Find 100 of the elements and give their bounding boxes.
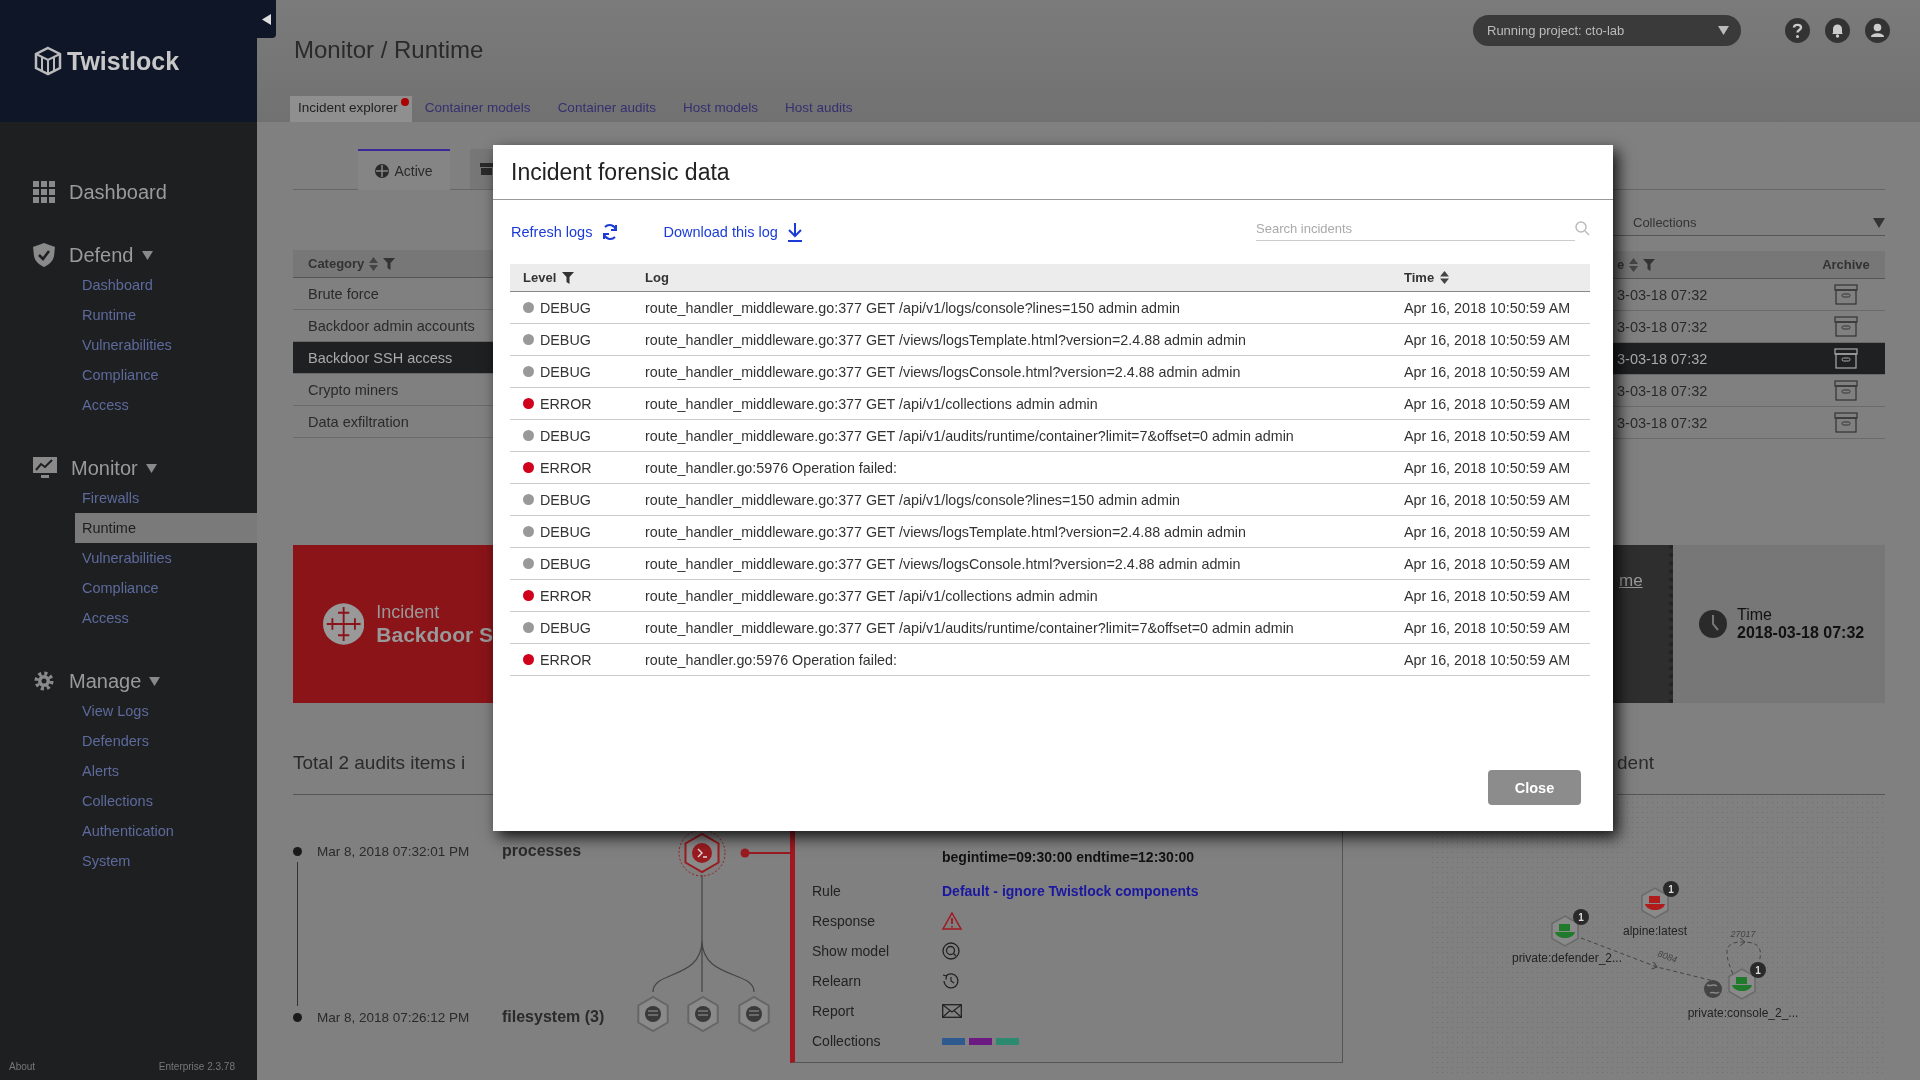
rule-link[interactable]: Default - ignore Twistlock components (942, 883, 1199, 899)
cube-logo-icon (33, 46, 63, 76)
node-label: private:console_2_... (1687, 1006, 1799, 1020)
tab[interactable]: Host audits (776, 96, 867, 122)
logo[interactable]: Twistlock (33, 46, 180, 76)
count-badge: 1 (1750, 962, 1766, 978)
table-row[interactable]: 3-03-18 07:32 (1613, 375, 1885, 407)
clock-icon (1699, 610, 1727, 638)
archive-icon[interactable] (1834, 316, 1858, 337)
nav-item[interactable]: Collections (0, 786, 257, 816)
table-cell: Apr 16, 2018 10:50:59 AM (1404, 331, 1571, 348)
table-row[interactable]: 3-03-18 07:32 (1613, 279, 1885, 311)
column-header[interactable]: Category (293, 250, 493, 278)
table-cell: Apr 16, 2018 10:50:59 AM (1404, 299, 1571, 316)
node-label: private:defender_2... (1511, 951, 1623, 965)
help-icon[interactable] (1785, 18, 1810, 43)
nav-section[interactable]: Manage (0, 666, 257, 696)
event-name[interactable]: filesystem (3) (502, 1008, 605, 1026)
bell-icon[interactable] (1825, 18, 1850, 43)
column-header[interactable]: Level (523, 270, 557, 285)
nav-item[interactable]: Access (0, 390, 257, 420)
crosshair-icon (375, 163, 390, 178)
nav-item[interactable]: View Logs (0, 696, 257, 726)
active-tab[interactable]: Active (358, 149, 450, 190)
about-link[interactable]: About (9, 1061, 36, 1072)
nav-section[interactable]: Defend (0, 240, 257, 270)
table-cell: DEBUG (540, 299, 591, 316)
filter-icon (562, 271, 575, 284)
incident-label: Incident (376, 601, 441, 623)
tab[interactable]: Container audits (549, 96, 670, 122)
nav-item[interactable]: Authentication (0, 816, 257, 846)
link[interactable]: me (1613, 571, 1643, 590)
archive-icon[interactable] (1834, 284, 1858, 305)
table-cell: route_handler_middleware.go:377 GET /views/logsConsole.html?version=2.4.88 admin admin (645, 363, 1241, 380)
table-cell: DEBUG (540, 523, 591, 540)
column-header: Archive (1821, 257, 1871, 272)
nav-item[interactable]: Vulnerabilities (0, 543, 257, 573)
tab[interactable]: Container models (416, 96, 545, 122)
table-row[interactable]: 3-03-18 07:32 (1613, 343, 1885, 375)
nav-item[interactable]: Vulnerabilities (0, 330, 257, 360)
table-cell: DEBUG (540, 491, 591, 508)
nav-item[interactable]: Access (0, 603, 257, 633)
tab[interactable]: Incident explorer (290, 96, 412, 122)
table-cell: DEBUG (540, 619, 591, 636)
monitor-chart-icon (33, 457, 57, 479)
archive-icon[interactable] (1834, 348, 1858, 369)
table-cell: route_handler_middleware.go:377 GET /api/v1/collections admin admin (645, 587, 1098, 604)
grid-icon (33, 181, 55, 203)
event-name[interactable]: processes (502, 842, 582, 860)
archive-icon (480, 163, 493, 175)
crosshair-icon (323, 602, 365, 646)
download-link[interactable]: Download this log (663, 222, 803, 242)
nav-item[interactable]: Firewalls (0, 483, 257, 513)
table-cell: ERROR (540, 587, 592, 604)
column-header[interactable]: Time (1404, 270, 1435, 285)
nav-item[interactable]: System (0, 846, 257, 876)
nav-item[interactable]: Compliance (0, 573, 257, 603)
timeline-dot (293, 1012, 302, 1022)
archive-icon[interactable] (1834, 380, 1858, 401)
column-header: Log (645, 270, 669, 285)
refresh-link[interactable]: Refresh logs (511, 223, 620, 241)
container-node[interactable] (1641, 887, 1669, 919)
table-cell: DEBUG (540, 331, 591, 348)
table-cell: ERROR (540, 459, 592, 476)
nav-item[interactable]: Runtime (75, 513, 257, 543)
archived-tab[interactable] (470, 149, 493, 189)
nav-item[interactable]: Defenders (0, 726, 257, 756)
table-row[interactable]: 3-03-18 07:32 (1613, 407, 1885, 439)
field-label: Response (812, 913, 877, 929)
table-cell: Apr 16, 2018 10:50:59 AM (1404, 555, 1571, 572)
nav-item[interactable]: Runtime (0, 300, 257, 330)
user-icon[interactable] (1865, 18, 1890, 43)
collapse-button[interactable] (257, 0, 276, 38)
undo-icon[interactable] (942, 972, 960, 990)
nav-item[interactable]: Dashboard (0, 270, 257, 300)
nav-section[interactable]: Monitor (0, 453, 257, 483)
container-node[interactable] (1728, 968, 1756, 1000)
nav-section[interactable]: Dashboard (0, 177, 257, 207)
nav-item[interactable]: Compliance (0, 360, 257, 390)
search-field[interactable]: Search incidents (1256, 216, 1575, 241)
event-time: Mar 8, 2018 07:32:01 PM (317, 843, 471, 859)
caret-icon (1718, 26, 1729, 35)
table-cell[interactable]: Backdoor SSH access (293, 342, 493, 374)
table-cell: route_handler_middleware.go:377 GET /api/v1/collections admin admin (645, 395, 1098, 412)
collections-dropdown[interactable]: Collections (1613, 210, 1885, 236)
table-cell: route_handler_middleware.go:377 GET /api/v1/logs/console?lines=150 admin admin (645, 299, 1181, 316)
search-icon[interactable] (942, 942, 960, 960)
envelope-icon[interactable] (942, 1004, 962, 1018)
table-cell: route_handler.go:5976 Operation failed: (645, 651, 897, 668)
refresh-icon (601, 223, 620, 241)
field-label: Relearn (812, 973, 863, 989)
tab[interactable]: Host models (674, 96, 772, 122)
container-node[interactable] (1551, 915, 1579, 947)
close-button[interactable]: Close (1488, 770, 1581, 805)
field-label: Collections (812, 1033, 882, 1049)
project-dropdown[interactable]: Running project: cto-lab (1473, 15, 1741, 46)
archive-icon[interactable] (1834, 412, 1858, 433)
table-cell: ERROR (540, 651, 592, 668)
dialog-title: Incident forensic data (493, 145, 1613, 200)
nav-item[interactable]: Alerts (0, 756, 257, 786)
